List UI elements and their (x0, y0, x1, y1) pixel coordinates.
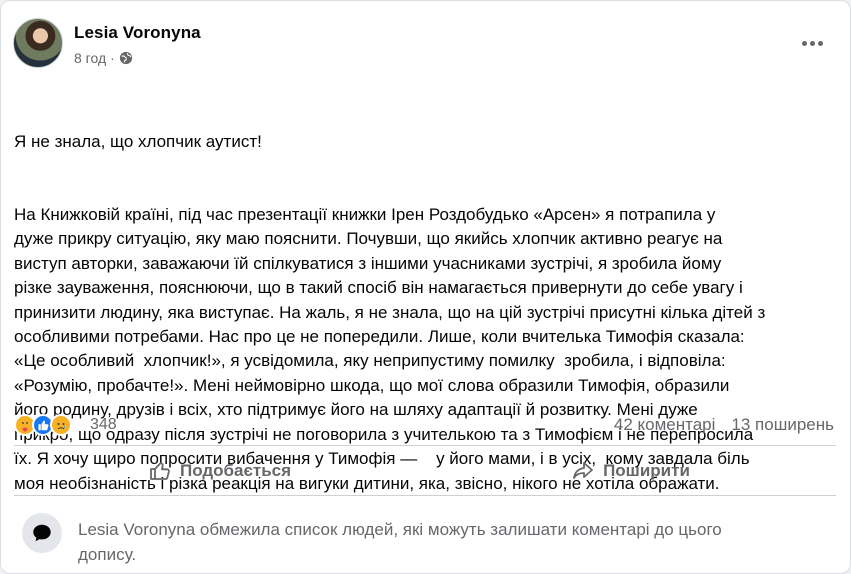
divider-top (14, 445, 836, 446)
more-options-icon[interactable] (800, 35, 824, 51)
notice-text: Lesia Voronyna обмежила список людей, як… (78, 520, 722, 564)
comment-bubble-icon (22, 513, 62, 553)
thumbs-up-icon (150, 462, 170, 480)
action-bar: Подобається Поширити (14, 449, 836, 493)
post-header: Lesia Voronyna 8 год · (13, 15, 838, 71)
share-arrow-icon (573, 462, 593, 479)
reaction-count[interactable]: 348 (90, 416, 117, 434)
author-name[interactable]: Lesia Voronyna (74, 23, 201, 43)
post-time[interactable]: 8 год (74, 50, 106, 66)
share-label: Поширити (603, 461, 690, 480)
post-stats: 42 коментарі 13 поширень (614, 415, 834, 435)
post-paragraph-1: Я не знала, що хлопчик аутист! (14, 131, 262, 151)
divider-bottom (14, 495, 836, 496)
post-card: Lesia Voronyna 8 год · Я не знала, що хл… (0, 0, 851, 574)
meta-separator: · (110, 50, 115, 66)
comments-count[interactable]: 42 коментарі (614, 415, 716, 435)
comment-restriction-notice: Lesia Voronyna обмежила список людей, як… (14, 509, 836, 569)
reactions-row: 348 42 коментарі 13 поширень (14, 412, 834, 438)
like-button[interactable]: Подобається (14, 449, 425, 493)
sad-reaction-icon (50, 414, 72, 436)
shares-count[interactable]: 13 поширень (731, 415, 834, 435)
globe-icon[interactable] (119, 51, 133, 65)
like-label: Подобається (179, 461, 292, 480)
avatar[interactable] (13, 18, 63, 68)
post-meta: 8 год · (74, 50, 133, 66)
share-button[interactable]: Поширити (425, 449, 836, 493)
